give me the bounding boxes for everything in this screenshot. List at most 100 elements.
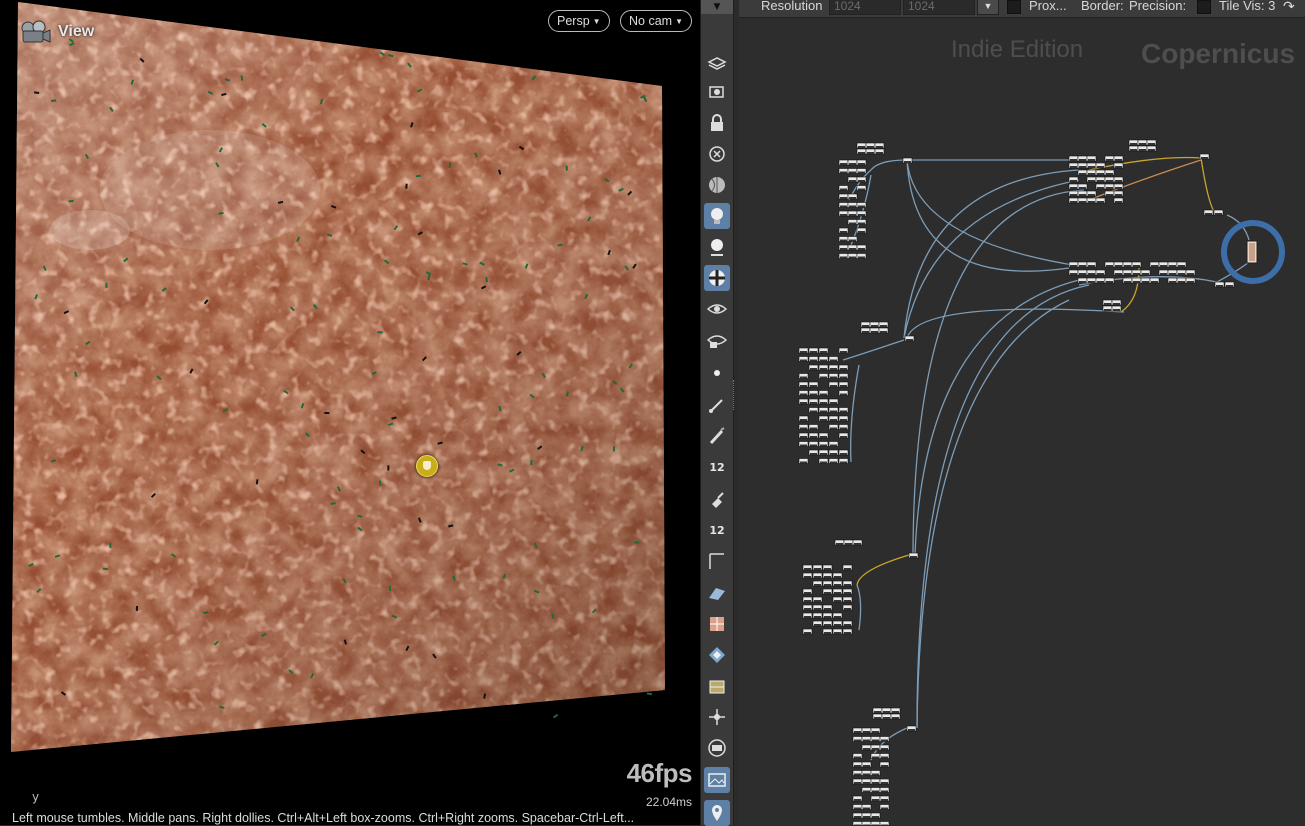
node-tile[interactable] <box>909 553 918 558</box>
node-tile[interactable] <box>1225 282 1234 287</box>
node-tile[interactable] <box>882 708 891 713</box>
node-tile[interactable] <box>848 203 857 208</box>
node-tile[interactable] <box>861 322 870 327</box>
node-tile[interactable] <box>1087 198 1096 203</box>
node-tile[interactable] <box>880 822 889 826</box>
node-tile[interactable] <box>1159 270 1168 275</box>
node-graph[interactable] <box>739 0 1305 825</box>
node-tile[interactable] <box>871 822 880 826</box>
camera-view-tool-button[interactable] <box>704 79 730 105</box>
node-tile[interactable] <box>1069 184 1078 189</box>
node-tile[interactable] <box>880 737 889 742</box>
node-tile[interactable] <box>803 565 812 570</box>
node-tile[interactable] <box>1069 177 1078 182</box>
3d-viewport[interactable]: View Persp▼ No cam▼ 46fps 22.04ms y Left… <box>0 0 700 825</box>
sphere-shading-tool-button[interactable] <box>704 172 730 198</box>
node-tile[interactable] <box>1114 177 1123 182</box>
node-tile[interactable] <box>848 220 857 225</box>
node-tile[interactable] <box>1105 262 1114 267</box>
node-tile[interactable] <box>829 365 838 370</box>
snap-tool-button[interactable] <box>704 704 730 730</box>
node-tile[interactable] <box>857 228 866 233</box>
node-tile[interactable] <box>1087 163 1096 168</box>
display-options-tool-button[interactable] <box>704 48 730 74</box>
node-tile[interactable] <box>829 459 838 464</box>
node-tile[interactable] <box>853 737 862 742</box>
light-bulb-tool-button[interactable] <box>704 203 730 229</box>
node-tile[interactable] <box>819 357 828 362</box>
node-tile[interactable] <box>809 357 818 362</box>
node-tile[interactable] <box>809 382 818 387</box>
node-tile[interactable] <box>839 408 848 413</box>
node-tile[interactable] <box>839 228 848 233</box>
node-tile[interactable] <box>1105 170 1114 175</box>
node-tile[interactable] <box>862 805 871 810</box>
node-tile[interactable] <box>819 374 828 379</box>
node-tile[interactable] <box>848 160 857 165</box>
node-tile[interactable] <box>844 540 853 545</box>
node-tile[interactable] <box>1214 210 1223 215</box>
node-tile[interactable] <box>829 374 838 379</box>
node-tile[interactable] <box>1114 191 1123 196</box>
node-tile[interactable] <box>1114 198 1123 203</box>
node-tile[interactable] <box>839 348 848 353</box>
node-tile[interactable] <box>829 399 838 404</box>
camera-menu-button[interactable]: No cam▼ <box>620 10 692 32</box>
node-tile[interactable] <box>871 737 880 742</box>
node-tile[interactable] <box>829 408 838 413</box>
node-tile[interactable] <box>1123 278 1132 283</box>
node-tile[interactable] <box>1114 156 1123 161</box>
node-tile[interactable] <box>843 565 852 570</box>
node-tile[interactable] <box>833 621 842 626</box>
node-tile[interactable] <box>1150 262 1159 267</box>
node-tile[interactable] <box>853 813 862 818</box>
node-tile[interactable] <box>1114 184 1123 189</box>
node-tile[interactable] <box>1138 140 1147 145</box>
node-tile[interactable] <box>819 365 828 370</box>
node-tile[interactable] <box>1078 170 1087 175</box>
node-tile[interactable] <box>839 245 848 250</box>
node-tile[interactable] <box>823 629 832 634</box>
node-tile[interactable] <box>1132 262 1141 267</box>
node-tile[interactable] <box>813 565 822 570</box>
node-tile[interactable] <box>880 762 889 767</box>
node-tile[interactable] <box>1186 270 1195 275</box>
node-tile[interactable] <box>839 374 848 379</box>
node-tile[interactable] <box>803 589 812 594</box>
node-tile[interactable] <box>862 822 871 826</box>
node-tile[interactable] <box>882 714 891 719</box>
node-tile[interactable] <box>1103 300 1112 305</box>
node-tile[interactable] <box>1177 278 1186 283</box>
node-tile[interactable] <box>848 177 857 182</box>
node-tile[interactable] <box>819 433 828 438</box>
node-tile[interactable] <box>1105 191 1114 196</box>
node-tile[interactable] <box>803 629 812 634</box>
node-tile[interactable] <box>813 573 822 578</box>
node-tile[interactable] <box>843 621 852 626</box>
node-tile[interactable] <box>848 237 857 242</box>
plane-tool-button[interactable] <box>704 580 730 606</box>
node-tile[interactable] <box>1078 191 1087 196</box>
background-image-tool-button[interactable] <box>704 767 730 793</box>
node-tile[interactable] <box>1096 198 1105 203</box>
node-tile[interactable] <box>809 425 818 430</box>
node-tile[interactable] <box>1096 177 1105 182</box>
node-tile[interactable] <box>1129 140 1138 145</box>
node-tile[interactable] <box>875 143 884 148</box>
node-tile[interactable] <box>1069 156 1078 161</box>
node-tile[interactable] <box>1114 270 1123 275</box>
texture-checker-tool-button[interactable] <box>704 611 730 637</box>
node-tile[interactable] <box>857 149 866 154</box>
node-tile[interactable] <box>857 160 866 165</box>
node-tile[interactable] <box>799 433 808 438</box>
node-tile[interactable] <box>829 357 838 362</box>
node-tile[interactable] <box>803 597 812 602</box>
node-tile[interactable] <box>1096 170 1105 175</box>
pivot-handle[interactable] <box>416 455 438 477</box>
node-tile[interactable] <box>891 714 900 719</box>
pencil-tool-button[interactable] <box>704 423 730 449</box>
node-tile[interactable] <box>803 605 812 610</box>
node-tile[interactable] <box>862 762 871 767</box>
node-tile[interactable] <box>829 382 838 387</box>
node-tile[interactable] <box>813 621 822 626</box>
